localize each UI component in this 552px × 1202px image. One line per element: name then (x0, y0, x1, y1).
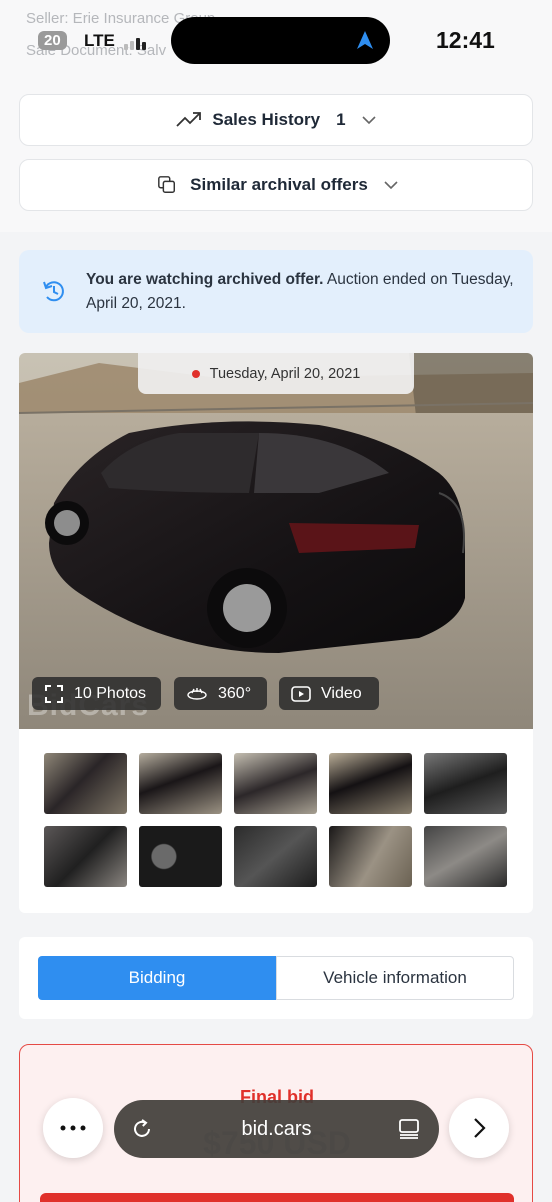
chevron-right-icon (474, 1118, 486, 1138)
thumbnail[interactable] (139, 753, 222, 814)
photos-label: 10 Photos (74, 684, 147, 702)
similar-offers-label: Similar archival offers (190, 175, 368, 194)
main-vehicle-photo[interactable]: Tuesday, April 20, 2021 BidCars 10 Photo… (19, 353, 533, 729)
info-tabs: Bidding Vehicle information (19, 937, 533, 1019)
copy-icon (158, 176, 176, 193)
play-icon (291, 685, 311, 702)
auction-date-pill: Tuesday, April 20, 2021 (138, 353, 414, 394)
thumbnail[interactable] (44, 753, 127, 814)
photos-button[interactable]: 10 Photos (32, 677, 161, 710)
status-dot (191, 369, 200, 378)
car-photo-image (19, 353, 533, 729)
url-text: bid.cars (241, 1117, 312, 1140)
sales-history-count: 1 (336, 110, 346, 129)
chevron-down-icon (362, 116, 376, 125)
battery-indicator: 20 (38, 31, 67, 50)
thumbnail[interactable] (329, 826, 412, 887)
history-section: Sales History 1 Similar archival offers (0, 86, 552, 232)
chevron-down-icon (384, 181, 398, 190)
thumbnail[interactable] (44, 826, 127, 887)
auction-date: Tuesday, April 20, 2021 (209, 365, 361, 382)
browser-toolbar: bid.cars (0, 1088, 552, 1168)
clock: 12:41 (436, 27, 495, 53)
forward-button[interactable] (449, 1098, 509, 1158)
thumbnail[interactable] (424, 826, 507, 887)
reader-icon[interactable] (397, 1117, 421, 1141)
thumbnail[interactable] (139, 826, 222, 887)
bid-action-bar[interactable] (40, 1193, 514, 1202)
notice-bold-text: You are watching archived offer. (86, 271, 324, 288)
trending-up-icon (176, 112, 202, 127)
status-bar: 20 LTE 12:41 (0, 0, 552, 86)
fullscreen-icon (45, 684, 63, 703)
notice-text: You are watching archived offer. Auction… (86, 268, 516, 316)
more-options-button[interactable] (43, 1098, 103, 1158)
thumbnail[interactable] (329, 753, 412, 814)
thumbnail[interactable] (424, 753, 507, 814)
network-type: LTE (84, 31, 115, 50)
thumbnail[interactable] (234, 826, 317, 887)
address-bar[interactable]: bid.cars (114, 1100, 439, 1158)
ellipsis-icon (60, 1125, 86, 1131)
sales-history-button[interactable]: Sales History 1 (19, 94, 533, 146)
view-360-button[interactable]: 360° (174, 677, 267, 710)
view-360-label: 360° (218, 684, 252, 702)
sales-history-label: Sales History (212, 110, 321, 129)
video-button[interactable]: Video (279, 677, 379, 710)
dynamic-island (171, 17, 390, 64)
similar-offers-button[interactable]: Similar archival offers (19, 159, 533, 211)
navigation-arrow-icon (357, 31, 373, 49)
photo-gallery: Tuesday, April 20, 2021 BidCars 10 Photo… (19, 353, 533, 913)
thumbnail[interactable] (234, 753, 317, 814)
signal-icon (124, 34, 150, 50)
tab-vehicle-information[interactable]: Vehicle information (276, 956, 514, 1000)
rotate-360-icon (187, 687, 207, 700)
archived-offer-notice: You are watching archived offer. Auction… (19, 250, 533, 333)
history-icon (43, 281, 64, 302)
video-label: Video (321, 684, 362, 702)
tab-bidding[interactable]: Bidding (38, 956, 276, 1000)
